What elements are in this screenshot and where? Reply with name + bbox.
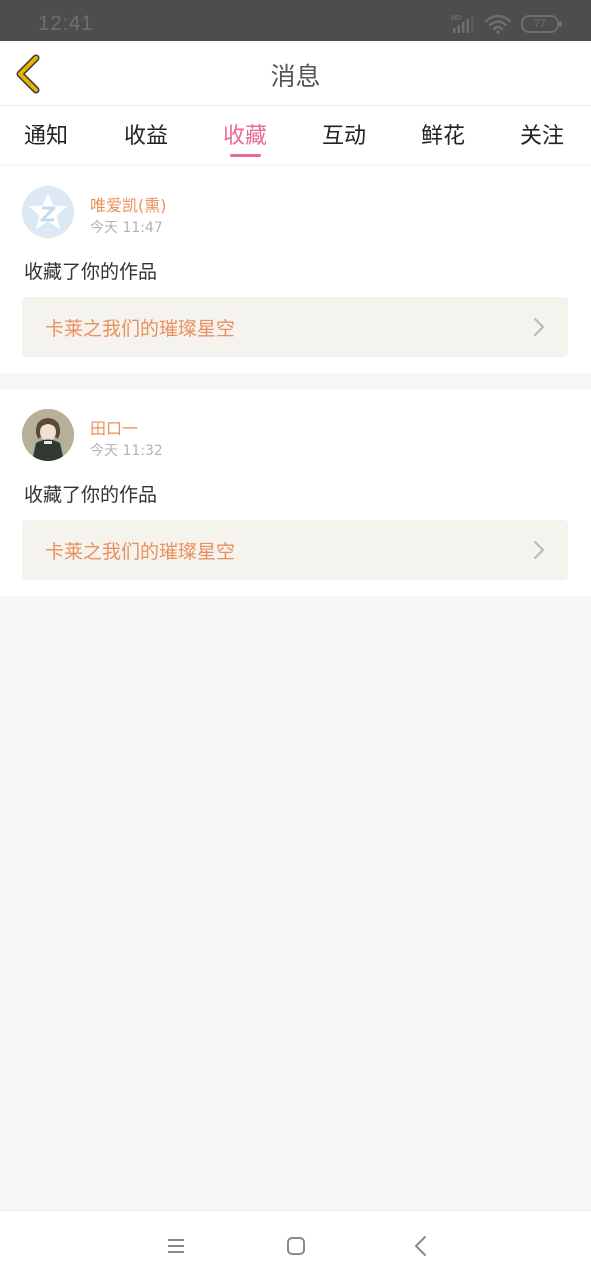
notification-card: 田口一 今天 11:32 收藏了你的作品 卡莱之我们的璀璨星空 [0,389,591,596]
username[interactable]: 田口一 [90,415,138,439]
tab-favorites[interactable]: 收藏 [223,118,267,150]
avatar[interactable] [22,186,74,238]
timestamp: 今天 11:47 [90,220,163,236]
status-time: 12:41 [38,12,94,35]
default-star-avatar-icon [22,186,74,238]
chevron-right-icon [534,318,544,336]
action-text: 收藏了你的作品 [24,484,158,506]
timestamp: 今天 11:32 [90,443,163,459]
status-bar: 12:41 HD 77 [0,0,591,41]
tab-notifications[interactable]: 通知 [24,118,68,150]
tab-bar: 通知 收益 收藏 互动 鲜花 关注 [0,106,591,164]
work-title: 卡莱之我们的璀璨星空 [45,318,236,340]
tab-follows[interactable]: 关注 [520,118,564,150]
avatar[interactable] [22,409,74,461]
system-nav-bar [0,1210,591,1281]
header: 消息 [0,41,591,106]
tab-earnings[interactable]: 收益 [124,118,168,150]
tab-interactions[interactable]: 互动 [322,118,366,150]
svg-text:HD: HD [451,15,461,22]
work-title: 卡莱之我们的璀璨星空 [45,541,236,563]
back-icon[interactable] [406,1233,436,1259]
signal-icon: HD [451,15,474,33]
notification-card: 唯爱凯(熏) 今天 11:47 收藏了你的作品 卡莱之我们的璀璨星空 [0,166,591,373]
menu-icon[interactable] [161,1233,191,1259]
wifi-icon [485,14,511,34]
home-icon[interactable] [281,1233,311,1259]
tab-flowers[interactable]: 鲜花 [421,118,465,150]
chevron-right-icon [534,541,544,559]
status-icons: HD 77 [451,13,562,35]
work-link[interactable]: 卡莱之我们的璀璨星空 [22,520,568,580]
page-title: 消息 [270,62,321,91]
anime-character-avatar [22,409,74,461]
battery-icon: 77 [521,15,562,33]
username[interactable]: 唯爱凯(熏) [90,192,167,216]
active-tab-indicator [230,154,261,157]
work-link[interactable]: 卡莱之我们的璀璨星空 [22,297,568,357]
action-text: 收藏了你的作品 [24,261,158,283]
